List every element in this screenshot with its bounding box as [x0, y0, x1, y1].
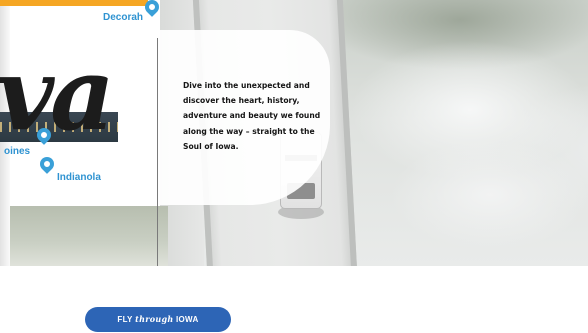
city-label-indianola[interactable]: Indianola [57, 172, 101, 183]
button-script-word: through [135, 314, 174, 324]
button-suffix: IOWA [176, 315, 199, 324]
button-prefix: FLY [117, 315, 133, 324]
cloud-reflection [390, 140, 588, 250]
magazine-spread: va Decorah oines Indianola Dive into the… [0, 0, 588, 333]
city-label-des-moines[interactable]: oines [4, 146, 30, 157]
city-label-decorah[interactable]: Decorah [103, 12, 143, 23]
fly-through-iowa-button[interactable]: FLY through IOWA [85, 307, 231, 332]
intro-copy: Dive into the unexpected and discover th… [183, 81, 321, 151]
orange-accent-bar [0, 0, 148, 6]
grass-strip [0, 206, 168, 266]
iowa-wordmark-fragment: va [0, 35, 115, 153]
